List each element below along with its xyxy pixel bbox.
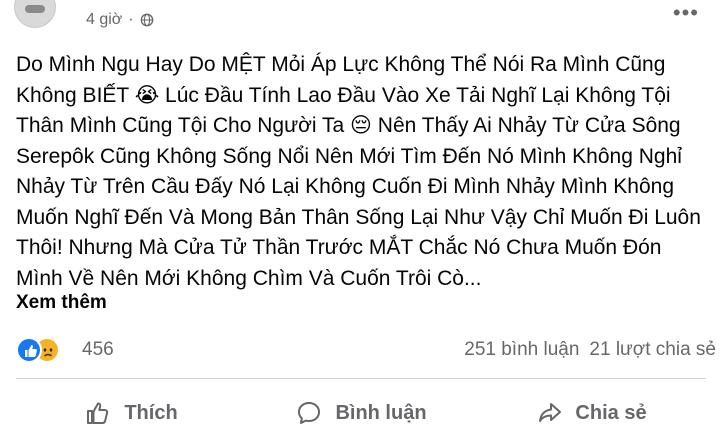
share-count[interactable]: 21 lượt chia sẻ — [589, 339, 716, 361]
more-options-icon[interactable]: ••• — [673, 0, 699, 26]
post-text: Do Mình Ngu Hay Do MỆT Mỏi Áp Lực Không … — [16, 53, 707, 290]
share-button[interactable]: Chia sẻ — [476, 388, 706, 438]
like-button[interactable]: Thích — [16, 388, 246, 438]
comment-icon — [298, 402, 321, 424]
share-label: Chia sẻ — [575, 401, 647, 424]
reactions-row: 456 251 bình luận 21 lượt chia sẻ — [16, 336, 716, 364]
comment-button[interactable]: Bình luận — [246, 388, 476, 438]
comment-count[interactable]: 251 bình luận — [464, 339, 579, 361]
reaction-count[interactable]: 456 — [82, 339, 114, 361]
divider — [16, 378, 706, 379]
thumbs-up-icon — [87, 402, 109, 424]
action-bar: Thích Bình luận Chia sẻ — [16, 388, 706, 438]
globe-icon — [140, 13, 153, 27]
post-header: 4 giờ · ••• — [0, 0, 721, 30]
reaction-icons[interactable] — [16, 336, 72, 364]
meta-separator: · — [128, 11, 134, 28]
like-label: Thích — [124, 401, 178, 424]
see-more-link[interactable]: Xem thêm — [16, 292, 107, 314]
post-time[interactable]: 4 giờ — [86, 11, 122, 29]
avatar[interactable] — [14, 0, 56, 28]
post-meta: 4 giờ · — [86, 11, 154, 29]
share-icon — [539, 403, 562, 422]
like-icon — [16, 337, 42, 363]
comment-label: Bình luận — [335, 401, 427, 424]
post-stats: 251 bình luận 21 lượt chia sẻ — [464, 339, 716, 361]
